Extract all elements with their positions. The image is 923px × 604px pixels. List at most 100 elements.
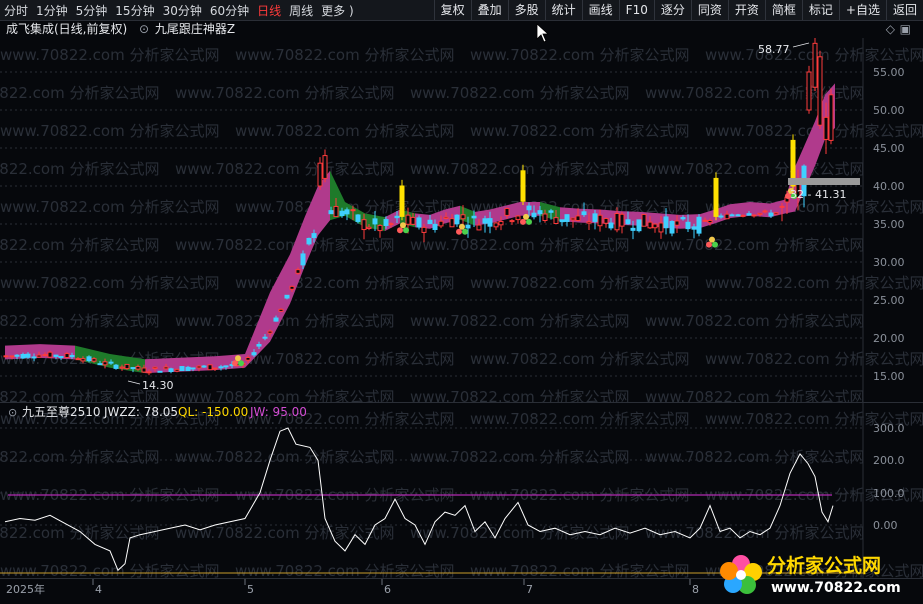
open-capital-button[interactable]: 开资 xyxy=(727,0,765,20)
candle-body xyxy=(498,220,504,226)
simple-frame-button[interactable]: 简框 xyxy=(764,0,802,20)
candle-body xyxy=(669,220,675,234)
candle-body xyxy=(542,213,548,221)
timeframe-weekly[interactable]: 周线 xyxy=(285,2,317,19)
timeframe-1min[interactable]: 1分钟 xyxy=(32,2,72,19)
indicator-grid xyxy=(0,427,863,526)
candle-body xyxy=(460,214,466,220)
sub-toggle-icon[interactable]: ⊙ xyxy=(8,406,17,419)
candle-body xyxy=(691,226,697,230)
low-price-label: 14.30 xyxy=(142,379,174,392)
overlay-button[interactable]: 叠加 xyxy=(470,0,508,20)
candle-body xyxy=(69,354,75,358)
candle-body xyxy=(53,354,59,357)
multi-stock-button[interactable]: 多股 xyxy=(507,0,545,20)
candle-body xyxy=(427,219,433,225)
candle-body xyxy=(245,357,251,361)
price-tick: 25.00 xyxy=(873,294,905,307)
timeframe-daily[interactable]: 日线 xyxy=(253,2,285,19)
candle-body xyxy=(581,211,587,216)
candle-body xyxy=(526,205,532,211)
candle-body xyxy=(174,368,180,372)
date-tick: 4 xyxy=(95,583,102,596)
candle-body xyxy=(432,223,438,230)
candle-body xyxy=(531,212,537,218)
f10-button[interactable]: F10 xyxy=(618,0,654,20)
candle-body xyxy=(652,223,658,229)
candle-body xyxy=(476,224,482,231)
draw-line-button[interactable]: 画线 xyxy=(581,0,619,20)
same-capital-button[interactable]: 同资 xyxy=(690,0,728,20)
candle-body xyxy=(493,222,499,228)
back-button[interactable]: 返回 xyxy=(885,0,923,20)
candle-body xyxy=(647,221,653,229)
candle-body xyxy=(603,217,609,224)
price-tick: 55.00 xyxy=(873,66,905,79)
candle-body xyxy=(344,209,350,215)
timeframe-30min[interactable]: 30分钟 xyxy=(159,2,206,19)
candle-body xyxy=(619,213,625,227)
candle-body xyxy=(80,358,86,362)
candle-body xyxy=(746,213,752,216)
add-watchlist-button[interactable]: +自选 xyxy=(838,0,886,20)
resistance-bar xyxy=(788,178,860,185)
watermark-text: www.70822.com 分析家公式网 xyxy=(410,388,630,402)
timeframe-intraday[interactable]: 分时 xyxy=(0,2,32,19)
candle-body xyxy=(256,344,262,347)
candle-body xyxy=(416,217,422,228)
timeframe-5min[interactable]: 5分钟 xyxy=(72,2,112,19)
candle-body xyxy=(823,116,829,140)
indicator-toggle-icon[interactable]: ⊙ xyxy=(139,22,149,36)
timeframe-60min[interactable]: 60分钟 xyxy=(206,2,253,19)
watermark-text: www.70822.com 分析家公式网 xyxy=(410,448,630,466)
candle-body xyxy=(537,210,543,215)
statistics-button[interactable]: 统计 xyxy=(544,0,582,20)
candle-body xyxy=(410,216,416,225)
candle-body xyxy=(641,213,647,227)
candle-body xyxy=(449,218,455,228)
candle-body xyxy=(91,358,97,362)
candle-body xyxy=(185,366,191,372)
date-tick: 7 xyxy=(526,583,533,596)
candle-body xyxy=(124,363,130,370)
candle-body xyxy=(20,354,26,359)
candle-body xyxy=(828,94,834,141)
candle-body xyxy=(47,351,53,358)
timeframe-15min[interactable]: 15分钟 xyxy=(111,2,158,19)
price-tick: 15.00 xyxy=(873,370,905,383)
candle-body xyxy=(559,219,565,223)
watermark-text: www.70822.com 分析家公式网 xyxy=(175,448,395,466)
restore-rights-button[interactable]: 复权 xyxy=(433,0,471,20)
candle-body xyxy=(702,219,708,222)
candle-body xyxy=(735,214,741,217)
watermark-text: www.70822.com 分析家公式网 xyxy=(410,84,630,102)
candle-body xyxy=(207,364,213,371)
candle-body xyxy=(438,220,444,227)
candle-body xyxy=(812,42,818,88)
candle-body xyxy=(14,354,20,357)
timeframe-more[interactable]: 更多 ) xyxy=(317,2,358,19)
watermark-text: www.70822.com 分析家公式网 xyxy=(0,46,220,64)
candle-body xyxy=(289,285,295,290)
candle-body xyxy=(212,367,218,370)
candle-body xyxy=(42,354,48,357)
jw-value: JW: 95.00 xyxy=(249,405,307,419)
mark-button[interactable]: 标记 xyxy=(801,0,839,20)
watermark-text: www.70822.com 分析家公式网 xyxy=(0,160,160,178)
candle-body xyxy=(454,214,460,225)
watermark-text: www.70822.com 分析家公式网 xyxy=(0,274,220,292)
diamond-icon[interactable]: ◇ xyxy=(886,20,895,38)
watermark-text: www.70822.com 分析家公式网 xyxy=(235,562,455,578)
watermark-text: www.70822.com 分析家公式网 xyxy=(175,84,395,102)
watermark-text: www.70822.com 分析家公式网 xyxy=(645,160,865,178)
watermark-text: www.70822.com 分析家公式网 xyxy=(235,274,455,292)
watermark-text: www.70822.com 分析家公式网 xyxy=(0,84,160,102)
main-price-chart[interactable]: www.70822.com 分析家公式网 www.70822.com 分析家公式网… xyxy=(0,38,923,402)
price-tick: 40.00 xyxy=(873,180,905,193)
panel-toggle-icon[interactable]: ▣ xyxy=(900,20,911,38)
tick-button[interactable]: 逐分 xyxy=(653,0,691,20)
candle-body xyxy=(86,356,92,362)
candle-body xyxy=(31,356,37,359)
watermark-text: www.70822.com 分析家公式网 xyxy=(410,312,630,330)
candle-body xyxy=(251,352,257,356)
